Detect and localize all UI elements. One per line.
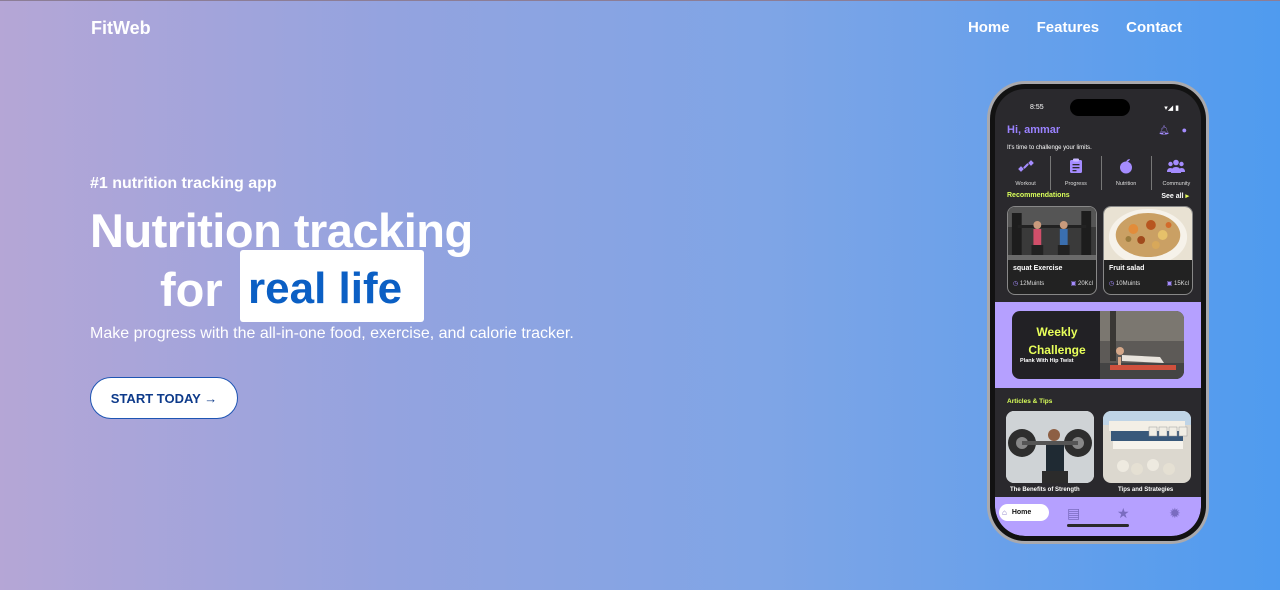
bottom-nav-home-label: Home: [1011, 509, 1032, 516]
recommendation-kcal: 20Kcl: [1077, 281, 1093, 287]
app-screen: 8:55 ▾◢ ▮ Hi, ammar 🔔︎ ● It's time to ch…: [995, 89, 1201, 536]
challenge-title: Weekly Challenge: [1028, 325, 1086, 357]
squat-exercise-image: [1008, 207, 1096, 260]
recommendation-time: 12Muints: [1019, 281, 1045, 287]
top-border: [0, 0, 1280, 1]
recommendation-kcal: 15Kcl: [1173, 281, 1189, 287]
category-bar: Workout Progress Nutrition Community: [1001, 156, 1201, 190]
people-icon: [1167, 157, 1186, 175]
plank-image: [1100, 311, 1184, 379]
tips-article-image: [1103, 411, 1191, 483]
documents-icon[interactable]: ▤: [1067, 505, 1080, 522]
main-nav: Home Features Contact: [968, 19, 1182, 36]
weekly-challenge-card[interactable]: Weekly Challenge Plank With Hip Twist: [1012, 311, 1184, 379]
home-indicator: [1067, 524, 1129, 527]
apple-icon: [1117, 157, 1135, 175]
recommendation-card[interactable]: Fruit salad ◷ 10Muints ▣ 15Kcl: [1103, 206, 1193, 295]
article-title: The Benefits of Strength: [1010, 487, 1080, 493]
recommendation-card[interactable]: squat Exercise ◷ 12Muints ▣ 20Kcl: [1007, 206, 1097, 295]
hero-title-prefix: for: [160, 263, 223, 316]
category-progress[interactable]: Progress: [1051, 156, 1102, 190]
nav-features-link[interactable]: Features: [1037, 19, 1100, 36]
bell-icon[interactable]: 🔔︎: [1158, 125, 1169, 136]
hero-tagline: #1 nutrition tracking app: [90, 175, 277, 192]
calories-icon: ▣: [1166, 281, 1173, 287]
category-workout[interactable]: Workout: [1001, 156, 1052, 190]
chevron-right-icon: ▸: [1185, 193, 1189, 200]
category-label: Nutrition: [1115, 181, 1137, 187]
camera-notch: [1070, 99, 1130, 116]
app-bottom-nav: ⌂ Home ▤ ★ ✹: [995, 497, 1201, 536]
recommendation-title: Fruit salad: [1109, 265, 1145, 272]
article-card[interactable]: [1006, 411, 1094, 483]
status-bar: 8:55 ▾◢ ▮: [995, 99, 1201, 116]
dumbbell-icon: [1017, 157, 1035, 175]
start-today-button[interactable]: START TODAY →: [90, 377, 238, 419]
fruit-salad-image: [1104, 207, 1192, 265]
category-label: Progress: [1064, 181, 1087, 187]
article-title: Tips and Strategies: [1118, 487, 1174, 493]
hero-subtitle: Make progress with the all-in-one food, …: [90, 325, 574, 342]
home-icon: ⌂: [1002, 508, 1007, 517]
gear-icon[interactable]: ✹: [1169, 505, 1181, 522]
nav-contact-link[interactable]: Contact: [1126, 19, 1182, 36]
articles-heading: Articles & Tips: [1007, 398, 1053, 405]
category-nutrition[interactable]: Nutrition: [1102, 156, 1152, 190]
category-label: Community: [1162, 181, 1191, 187]
calories-icon: ▣: [1070, 281, 1077, 287]
bottom-nav-home[interactable]: ⌂ Home: [999, 504, 1049, 521]
category-community[interactable]: Community: [1152, 156, 1201, 190]
clipboard-icon: [1067, 157, 1085, 175]
recommendation-title: squat Exercise: [1013, 265, 1063, 272]
app-motto: It's time to challenge your limits.: [1007, 145, 1092, 151]
article-card[interactable]: [1103, 411, 1191, 483]
recommendation-meta: ◷ 12Muints ▣ 20Kcl: [1013, 280, 1093, 287]
see-all-link[interactable]: See all ▸: [1161, 192, 1189, 200]
timer-icon: ◷: [1109, 281, 1115, 287]
brand-logo[interactable]: FitWeb: [91, 18, 151, 39]
nav-home-link[interactable]: Home: [968, 19, 1010, 36]
phone-bezel: 8:55 ▾◢ ▮ Hi, ammar 🔔︎ ● It's time to ch…: [990, 84, 1206, 541]
star-icon[interactable]: ★: [1117, 505, 1130, 522]
weekly-challenge-band: Weekly Challenge Plank With Hip Twist: [995, 302, 1201, 388]
challenge-subtitle: Plank With Hip Twist: [1020, 358, 1074, 364]
category-label: Workout: [1015, 181, 1036, 187]
recommendations-heading: Recommendations: [1007, 192, 1070, 199]
status-time: 8:55: [1030, 104, 1044, 111]
recommendation-time: 10Muints: [1115, 281, 1141, 287]
signal-battery-icon: ▾◢ ▮: [1164, 105, 1179, 112]
phone-mockup: 8:55 ▾◢ ▮ Hi, ammar 🔔︎ ● It's time to ch…: [987, 81, 1209, 544]
see-all-label: See all: [1161, 193, 1184, 200]
profile-icon[interactable]: ●: [1182, 125, 1187, 136]
hero-title-highlight: real life: [240, 250, 424, 322]
app-greeting: Hi, ammar: [1007, 124, 1061, 136]
app-header-icons: 🔔︎ ●: [1158, 125, 1187, 136]
recommendation-meta: ◷ 10Muints ▣ 15Kcl: [1109, 280, 1189, 287]
strength-article-image: [1006, 411, 1094, 483]
timer-icon: ◷: [1013, 281, 1019, 287]
